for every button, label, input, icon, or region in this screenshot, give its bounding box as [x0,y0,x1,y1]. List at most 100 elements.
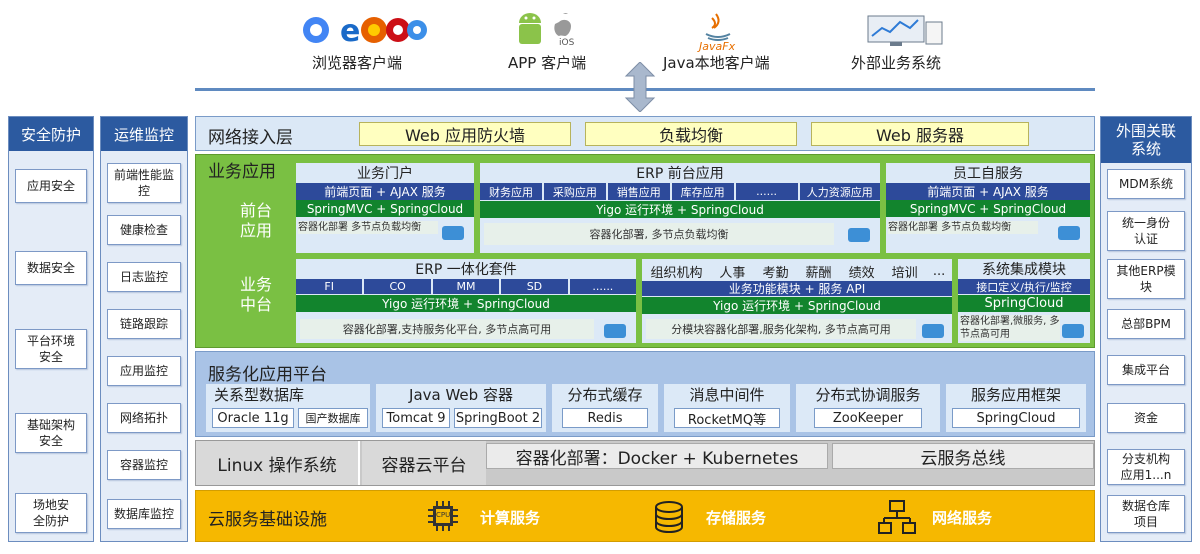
erp-front-env: Yigo 运行环境 + SpringCloud [480,201,880,218]
erp-suite-cell: FI [296,279,363,294]
security-item-infra: 基础架构安全 [15,413,87,453]
ops-column: 运维监控 前端性能监控 健康检查 日志监控 链路跟踪 应用监控 网络拓扑 容器监… [100,116,188,542]
integration-nav: 接口定义/执行/监控 [958,279,1090,294]
infra-title: 云服务基础设施 [208,510,327,530]
portal-note: 容器化部署 多节点负载均衡 [298,221,438,234]
integration-box: 系统集成模块 接口定义/执行/监控 SpringCloud 容器化部署,微服务,… [958,259,1090,343]
security-item-data: 数据安全 [15,251,87,285]
service-platform-layer: 服务化应用平台 关系型数据库 Oracle 11g 国产数据库 Java Web… [195,351,1095,437]
platform-item: SpringCloud [952,408,1080,428]
platform-group-title: 消息中间件 [689,386,765,404]
ops-item-topology: 网络拓扑 [107,403,181,433]
integration-note: 容器化部署,微服务, 多节点高可用 [960,315,1060,341]
erp-suite-note: 容器化部署,支持服务化平台, 多节点高可用 [300,319,594,339]
business-layer: 业务应用 前台应用 业务中台 业务门户 前端页面 + AJAX 服务 Sprin… [195,154,1095,348]
erp-front-note: 容器化部署, 多节点负载均衡 [484,223,834,245]
erp-suite-title: ERP 一体化套件 [415,262,517,278]
platform-item: SpringBoot 2 [454,408,542,428]
os-bus: 云服务总线 [832,443,1094,469]
double-arrow-icon [622,61,658,113]
org-cell: 组织机构 [650,265,703,281]
erp-suite-cell: SD [501,279,568,294]
self-service-note: 容器化部署 多节点负载均衡 [888,221,1038,234]
platform-item: ZooKeeper [814,408,922,428]
external-item-mdm: MDM系统 [1107,169,1185,199]
external-item-branch: 分支机构应用1...n [1107,449,1185,485]
network-icon [878,499,916,535]
security-column: 安全防护 应用安全 数据安全 平台环境安全 基础架构安全 场地安全防护 [8,116,94,542]
external-item-erp: 其他ERP模块 [1107,259,1185,299]
erp-suite-box: ERP 一体化套件 FI CO MM SD ...... Yigo 运行环境 +… [296,259,637,343]
org-cell: 考勤 [762,265,789,281]
self-service-nav: 前端页面 + AJAX 服务 [886,183,1090,200]
os-layer: Linux 操作系统 容器云平台 容器化部署：Docker + Kubernet… [195,440,1095,486]
platform-item: 国产数据库 [298,408,368,428]
external-item-sso: 统一身份认证 [1107,211,1185,251]
os-linux: Linux 操作系统 [196,441,360,485]
external-column: 外围关联系统 MDM系统 统一身份认证 其他ERP模块 总部BPM 集成平台 资… [1100,116,1192,542]
self-service-box: 员工自服务 前端页面 + AJAX 服务 SpringMVC + SpringC… [886,163,1090,253]
external-item-bpm: 总部BPM [1107,309,1185,339]
self-service-env: SpringMVC + SpringCloud [886,200,1090,217]
cpu-chip-label: CPU [436,511,451,519]
ops-item-trace: 链路跟踪 [107,309,181,339]
portal-nav: 前端页面 + AJAX 服务 [296,183,474,200]
portal-env: SpringMVC + SpringCloud [296,200,474,217]
infra-item-compute: 计算服务 [480,509,541,527]
infra-layer: 云服务基础设施 CPU 计算服务 存储服务 网络服务 [195,490,1095,542]
org-api: 业务功能模块 + 服务 API [642,281,952,296]
erp-front-cell: 库存应用 [671,183,734,200]
erp-suite-env: Yigo 运行环境 + SpringCloud [296,295,636,312]
browser-icons: e [300,14,428,49]
platform-group-framework: 服务应用框架 SpringCloud [946,384,1086,432]
external-title: 外围关联系统 [1101,117,1191,163]
svg-text:e: e [340,14,360,46]
erp-front-cell: ...... [735,183,798,200]
security-item-app: 应用安全 [15,169,87,203]
network-layer-title: 网络接入层 [208,128,293,148]
org-cell: 人事 [719,265,746,281]
network-layer: 网络接入层 Web 应用防火墙 负载均衡 Web 服务器 [195,116,1095,151]
platform-group-cache: 分布式缓存 Redis [552,384,658,432]
cpu-icon: CPU [428,501,458,531]
ios-label: iOS [559,38,575,48]
erp-front-cell: 人力资源应用 [799,183,880,200]
platform-item: Redis [562,408,648,428]
security-title: 安全防护 [9,117,93,151]
client-label-browser: 浏览器客户端 [312,54,403,72]
docker-icon [442,225,464,244]
org-cell: 培训 [891,265,918,281]
org-env: Yigo 运行环境 + SpringCloud [642,297,952,314]
docker-icon [848,227,870,246]
external-item-integration: 集成平台 [1107,355,1185,385]
ops-item-health: 健康检查 [107,215,181,245]
ops-item-container: 容器监控 [107,450,181,480]
infra-item-network: 网络服务 [932,509,993,527]
os-docker: 容器化部署：Docker + Kubernetes [486,443,828,469]
org-cell: ... [932,263,946,279]
org-cell: 薪酬 [805,265,832,281]
ops-item-app: 应用监控 [107,356,181,386]
platform-group-coord: 分布式协调服务 ZooKeeper [796,384,940,432]
erp-front-cell: 财务应用 [480,183,542,200]
external-item-fund: 资金 [1107,403,1185,433]
security-item-platform: 平台环境安全 [15,329,87,369]
erp-front-cell: 销售应用 [607,183,670,200]
ops-item-frontend: 前端性能监控 [107,163,181,203]
ops-title: 运维监控 [101,117,187,151]
org-box: 组织机构 人事 考勤 薪酬 绩效 培训 ... 业务功能模块 + 服务 API … [642,259,952,343]
platform-item: RocketMQ等 [674,408,780,428]
ops-item-log: 日志监控 [107,262,181,292]
network-waf: Web 应用防火墙 [359,122,571,146]
network-webserver: Web 服务器 [811,122,1029,146]
client-label-external: 外部业务系统 [851,54,942,72]
self-service-title: 员工自服务 [953,166,1023,182]
external-item-warehouse: 数据仓库项目 [1107,495,1185,533]
portal-title: 业务门户 [357,166,413,182]
platform-group-title: 关系型数据库 [214,386,305,404]
platform-group-rdb: 关系型数据库 Oracle 11g 国产数据库 [206,384,370,432]
platform-group-web: Java Web 容器 Tomcat 9 SpringBoot 2 [376,384,546,432]
integration-title: 系统集成模块 [982,262,1066,278]
network-lb: 负载均衡 [585,122,797,146]
platform-group-title: 服务应用框架 [970,386,1061,404]
